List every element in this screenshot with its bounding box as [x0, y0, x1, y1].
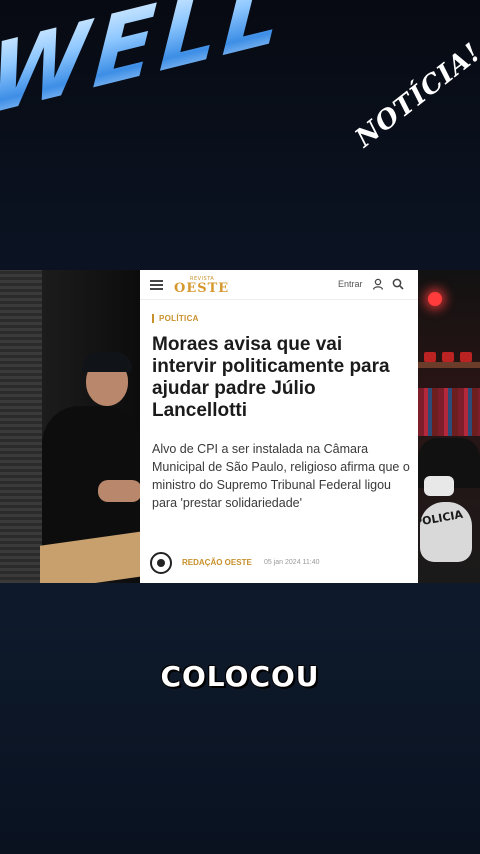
video-frame[interactable]: POLICIA REVISTA OESTE Entrar POLÍTICA Mo…	[0, 270, 480, 583]
logo-text: OESTE	[174, 281, 230, 296]
red-light	[428, 292, 442, 306]
article-lede: Alvo de CPI a ser instalada na Câmara Mu…	[152, 442, 410, 510]
shelf-cup	[424, 352, 436, 362]
brand-header: WELL NOTÍCIA!	[0, 0, 480, 260]
article-headline: Moraes avisa que vai intervir politicame…	[152, 334, 390, 421]
host-cap	[82, 352, 132, 372]
brand-subtitle: NOTÍCIA!	[350, 37, 480, 154]
host-arm	[98, 480, 142, 502]
search-icon[interactable]	[392, 278, 404, 290]
brand-title: WELL	[0, 0, 301, 140]
article-date: 05 jan 2024 11:40	[264, 559, 320, 566]
author-name[interactable]: REDAÇÃO OESTE	[182, 558, 252, 567]
caption-text: COLOCOU	[159, 659, 320, 694]
article-screenshot: REVISTA OESTE Entrar POLÍTICA Moraes avi…	[140, 270, 418, 583]
books	[418, 388, 480, 436]
article-category[interactable]: POLÍTICA	[152, 314, 199, 323]
login-link[interactable]: Entrar	[338, 279, 363, 289]
shelf	[418, 362, 480, 368]
acoustic-panel	[0, 270, 42, 583]
hat-badge	[424, 476, 454, 496]
shelf-cup	[460, 352, 472, 362]
host-body	[42, 406, 142, 546]
user-icon[interactable]	[372, 278, 384, 290]
article-topbar: REVISTA OESTE Entrar	[140, 270, 418, 300]
caption: COLOCOU	[0, 659, 480, 694]
menu-icon[interactable]	[150, 280, 163, 290]
article-byline: REDAÇÃO OESTE 05 jan 2024 11:40	[150, 552, 410, 574]
shelf-cup	[442, 352, 454, 362]
author-avatar	[150, 552, 172, 574]
